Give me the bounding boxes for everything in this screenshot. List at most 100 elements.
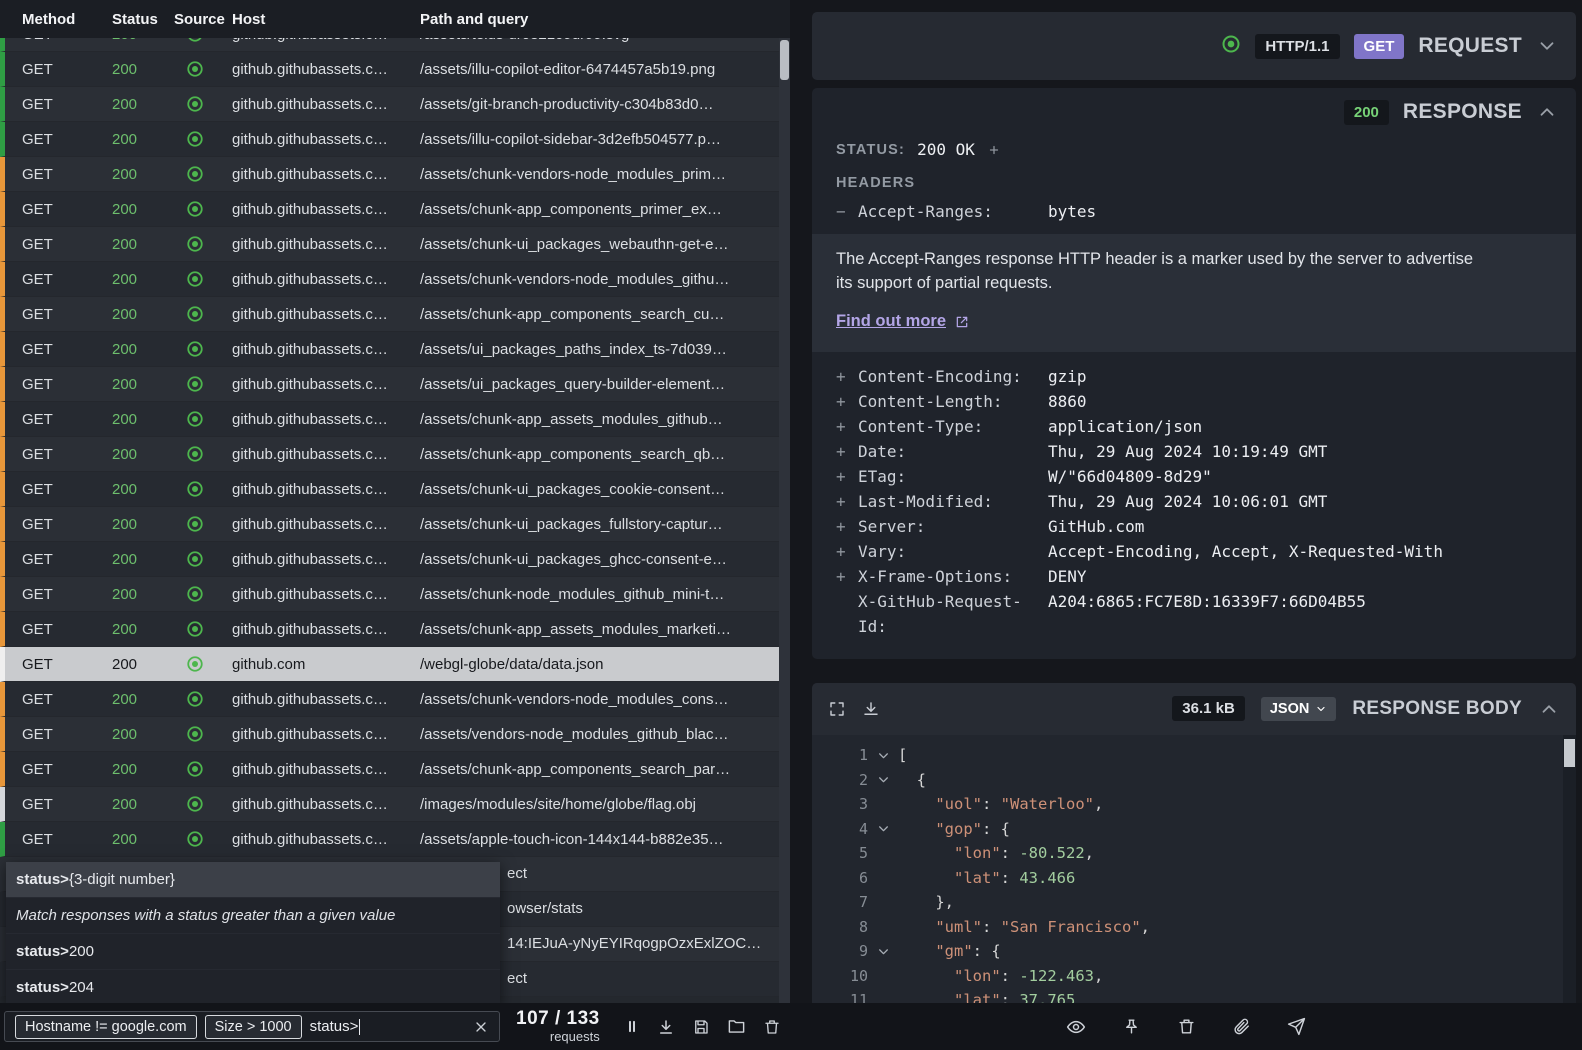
table-row[interactable]: GET 200 github.githubassets.c… /assets/g… <box>0 87 779 122</box>
table-scrollbar-thumb[interactable] <box>780 40 789 80</box>
chrome-source-icon <box>174 655 232 673</box>
header-row[interactable]: +X-Frame-Options:DENY <box>812 564 1576 589</box>
table-row[interactable]: GET 200 github.githubassets.c… /assets/c… <box>0 612 779 647</box>
body-code-editor[interactable]: 1[2 {3 "uol": "Waterloo",4 "gop": {5 "lo… <box>812 735 1576 1003</box>
view-eye-icon[interactable] <box>1066 1017 1086 1037</box>
chevron-up-icon[interactable] <box>1536 101 1558 123</box>
table-row[interactable]: GET 200 github.githubassets.c… /assets/c… <box>0 752 779 787</box>
editor-scrollbar[interactable] <box>1563 735 1576 1003</box>
download-body-icon[interactable] <box>862 700 880 718</box>
plus-icon[interactable] <box>987 143 1001 157</box>
expand-plus-icon[interactable]: + <box>836 414 858 439</box>
header-row[interactable]: +Content-Encoding:gzip <box>812 364 1576 389</box>
expand-plus-icon[interactable]: + <box>836 389 858 414</box>
table-row[interactable]: GET 200 github.githubassets.c… /assets/c… <box>0 507 779 542</box>
collapse-minus-icon[interactable]: − <box>836 199 858 224</box>
table-row[interactable]: GET 200 github.githubassets.c… /assets/c… <box>0 262 779 297</box>
filter-input[interactable]: status> <box>310 1018 361 1035</box>
expand-plus-icon[interactable]: + <box>836 439 858 464</box>
pin-icon[interactable] <box>1122 1017 1141 1036</box>
table-row[interactable]: GET 200 github.githubassets.c… /assets/u… <box>0 332 779 367</box>
status-value: 200 OK <box>917 140 975 159</box>
autocomplete-item[interactable]: status>200 <box>6 933 500 969</box>
table-scrollbar[interactable] <box>779 38 790 1003</box>
table-row[interactable]: GET 200 github.githubassets.c… /assets/c… <box>0 542 779 577</box>
code-text: "lon": -80.522, <box>898 844 1094 862</box>
chrome-source-icon <box>174 60 232 78</box>
table-row[interactable]: GET 200 github.githubassets.c… /assets/c… <box>0 227 779 262</box>
autocomplete-item[interactable]: Match responses with a status greater th… <box>6 897 500 933</box>
chevron-down-icon[interactable] <box>1536 35 1558 57</box>
expand-plus-icon[interactable]: + <box>836 539 858 564</box>
chrome-source-icon <box>174 830 232 848</box>
editor-scrollbar-thumb[interactable] <box>1564 739 1575 767</box>
table-row[interactable]: GET 200 github.githubassets.c… /assets/c… <box>0 437 779 472</box>
fold-chevron-icon[interactable] <box>868 749 898 762</box>
table-row[interactable]: GET 200 github.githubassets.c… /assets/c… <box>0 682 779 717</box>
table-row[interactable]: GET 200 github.com /webgl-globe/data/dat… <box>0 647 779 682</box>
table-row[interactable]: GET 200 github.githubassets.c… /assets/i… <box>0 122 779 157</box>
row-host: github.githubassets.c… <box>232 446 420 463</box>
table-row[interactable]: GET 200 github.githubassets.c… /images/m… <box>0 787 779 822</box>
expand-plus-icon[interactable]: + <box>836 464 858 489</box>
table-row[interactable]: GET 200 github.githubassets.c… /assets/c… <box>0 577 779 612</box>
table-row[interactable]: GET 200 github.githubassets.c… /assets/a… <box>0 822 779 857</box>
pause-intercept-icon[interactable] <box>624 1018 640 1035</box>
chevron-up-icon[interactable] <box>1538 698 1560 720</box>
filter-chip[interactable]: Size > 1000 <box>205 1015 302 1039</box>
header-row[interactable]: +Content-Length:8860 <box>812 389 1576 414</box>
clear-filter-icon[interactable] <box>473 1019 489 1035</box>
table-row[interactable]: GET 200 github.githubassets.c… /assets/c… <box>0 472 779 507</box>
table-row[interactable]: GET 200 github.githubassets.c… /assets/u… <box>0 367 779 402</box>
fold-chevron-icon[interactable] <box>868 945 898 958</box>
fold-chevron-icon[interactable] <box>868 773 898 786</box>
header-row[interactable]: X-GitHub-Request-Id:A204:6865:FC7E8D:163… <box>812 589 1576 639</box>
header-row[interactable]: +Date:Thu, 29 Aug 2024 10:19:49 GMT <box>812 439 1576 464</box>
expand-fullscreen-icon[interactable] <box>828 700 846 718</box>
code-line: 11 "lat": 37.765 <box>812 988 1576 1003</box>
code-text: [ <box>898 746 907 764</box>
jump-to-end-icon[interactable] <box>657 1018 675 1036</box>
response-body-header[interactable]: 36.1 kB JSON RESPONSE BODY <box>812 683 1576 735</box>
request-section-header[interactable]: HTTP/1.1 GET REQUEST <box>812 12 1576 80</box>
expand-plus-icon[interactable]: + <box>836 514 858 539</box>
paperclip-icon[interactable] <box>1232 1017 1251 1036</box>
header-row[interactable]: +Content-Type:application/json <box>812 414 1576 439</box>
format-select[interactable]: JSON <box>1261 697 1337 721</box>
row-path: ect <box>507 865 527 882</box>
delete-trash-icon[interactable] <box>1177 1017 1196 1036</box>
filter-chip[interactable]: Hostname != google.com <box>15 1015 197 1039</box>
autocomplete-item[interactable]: status>204 <box>6 969 500 1005</box>
save-export-icon[interactable] <box>692 1018 710 1036</box>
filter-input-box[interactable]: Hostname != google.com Size > 1000 status… <box>4 1011 500 1042</box>
header-name: Vary: <box>858 539 1048 564</box>
clear-list-trash-icon[interactable] <box>763 1018 781 1036</box>
table-row[interactable]: GET 200 github.githubassets.c… /assets/c… <box>0 157 779 192</box>
table-row[interactable]: GET 200 github.githubassets.c… /assets/c… <box>0 192 779 227</box>
chrome-source-icon <box>174 200 232 218</box>
table-row[interactable]: GET 200 github.githubassets.c… /assets/c… <box>0 402 779 437</box>
header-row[interactable]: −Accept-Ranges:bytes <box>812 199 1576 224</box>
header-row[interactable]: +Vary:Accept-Encoding, Accept, X-Request… <box>812 539 1576 564</box>
chrome-source-icon <box>174 410 232 428</box>
autocomplete-item[interactable]: status>{3-digit number} <box>6 862 500 897</box>
header-row[interactable]: +Last-Modified:Thu, 29 Aug 2024 10:06:01… <box>812 489 1576 514</box>
line-number: 11 <box>812 991 868 1003</box>
header-row[interactable]: +Server:GitHub.com <box>812 514 1576 539</box>
table-row[interactable]: GET 200 github.githubassets.c… /assets/t… <box>0 38 779 52</box>
row-host: github.githubassets.c… <box>232 61 420 78</box>
table-row[interactable]: GET 200 github.githubassets.c… /assets/c… <box>0 297 779 332</box>
find-out-more-link[interactable]: Find out more <box>836 310 1552 334</box>
send-icon[interactable] <box>1287 1017 1306 1036</box>
fold-chevron-icon[interactable] <box>868 822 898 835</box>
response-section-header[interactable]: 200 RESPONSE <box>812 88 1576 136</box>
table-row[interactable]: GET 200 github.githubassets.c… /assets/i… <box>0 52 779 87</box>
header-row[interactable]: +ETag:W/"66d04809-8d29" <box>812 464 1576 489</box>
open-folder-icon[interactable] <box>727 1017 746 1036</box>
expand-plus-icon[interactable]: + <box>836 364 858 389</box>
expand-plus-icon[interactable]: + <box>836 564 858 589</box>
expand-plus-icon[interactable]: + <box>836 489 858 514</box>
table-row[interactable]: GET 200 github.githubassets.c… /assets/v… <box>0 717 779 752</box>
row-method: GET <box>22 831 112 848</box>
external-link-icon <box>954 314 970 330</box>
